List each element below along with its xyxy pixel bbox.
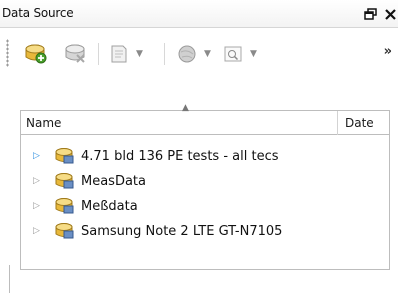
close-icon[interactable] [382, 5, 398, 23]
chevron-down-icon: ▼ [136, 49, 143, 59]
tree-row-label: Samsung Note 2 LTE GT-N7105 [81, 223, 283, 239]
tree-row[interactable]: ▷ 4.71 bld 136 PE tests - all tecs [20, 145, 390, 167]
remove-datasource-button[interactable] [62, 41, 88, 67]
page-icon [111, 45, 127, 63]
title-buttons [362, 4, 398, 24]
toolbar-separator [98, 43, 99, 65]
globe-dropdown-button[interactable]: ▼ [176, 41, 211, 67]
tree-row-label: 4.71 bld 136 PE tests - all tecs [81, 148, 279, 164]
database-icon [53, 222, 75, 240]
tree-row[interactable]: ▷ Samsung Note 2 LTE GT-N7105 [20, 220, 390, 242]
add-datasource-button[interactable] [22, 41, 48, 67]
tree-row-label: Meßdata [81, 198, 138, 214]
toolbar: ▼ ▼ ▼ » [0, 29, 398, 81]
expand-arrow-icon[interactable]: ▷ [33, 201, 47, 211]
chevron-down-icon: ▼ [250, 49, 257, 59]
toolbar-overflow-icon[interactable]: » [384, 44, 392, 59]
page-dropdown-button[interactable]: ▼ [108, 41, 143, 67]
expand-arrow-icon[interactable]: ▷ [33, 176, 47, 186]
database-icon [53, 147, 75, 165]
search-icon [224, 46, 242, 62]
expand-arrow-icon[interactable]: ▷ [33, 226, 47, 236]
add-database-icon [25, 44, 47, 64]
database-icon [53, 172, 75, 190]
data-source-panel: Data Source ▼ ▼ ▼ » ▲ Name Date ▷ 4.71 b… [0, 0, 398, 293]
search-dropdown-button[interactable]: ▼ [222, 41, 257, 67]
panel-titlebar: Data Source [0, 0, 398, 28]
expand-arrow-icon[interactable]: ▷ [33, 151, 47, 161]
remove-database-icon [65, 44, 85, 63]
database-icon [53, 197, 75, 215]
panel-splitter[interactable] [9, 265, 10, 293]
toolbar-grip[interactable] [6, 39, 9, 67]
tree-row[interactable]: ▷ MeasData [20, 170, 390, 192]
tree-row[interactable]: ▷ Meßdata [20, 195, 390, 217]
float-icon[interactable] [362, 5, 378, 23]
chevron-down-icon: ▼ [204, 49, 211, 59]
globe-icon [178, 45, 196, 63]
tree-row-label: MeasData [81, 173, 146, 189]
toolbar-separator [164, 43, 165, 65]
panel-title: Data Source [2, 6, 74, 20]
